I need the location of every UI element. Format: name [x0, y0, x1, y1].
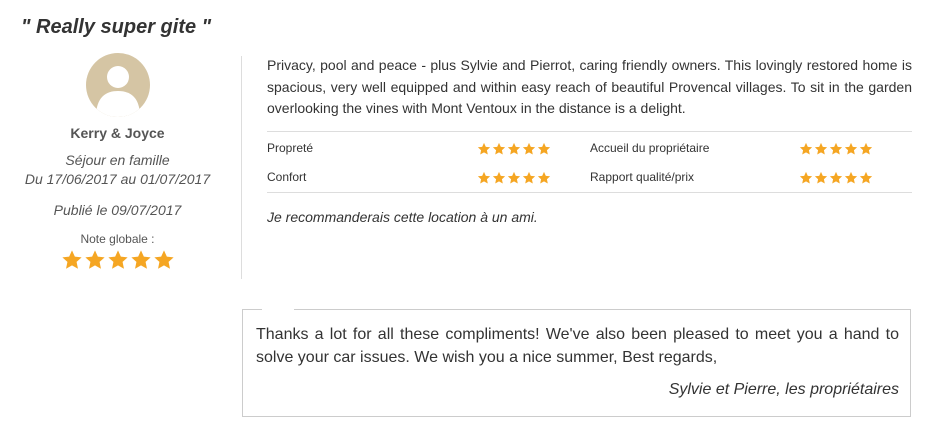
recommendation: Je recommanderais cette location à un am… — [267, 208, 538, 225]
star-icon — [107, 250, 128, 269]
star-icon — [477, 171, 491, 184]
reply-text: Thanks a lot for all these compliments! … — [256, 326, 899, 366]
star-icon — [814, 142, 828, 155]
review-content: Privacy, pool and peace - plus Sylvie an… — [267, 55, 912, 225]
owner-reply: Thanks a lot for all these compliments! … — [242, 309, 911, 417]
star-icon — [799, 171, 813, 184]
star-icon — [522, 171, 536, 184]
rating-label: Accueil du propriétaire — [590, 140, 710, 155]
star-icon — [844, 171, 858, 184]
user-silhouette-icon — [95, 66, 140, 117]
star-icon — [859, 171, 873, 184]
ratings-grid: Propreté Accueil du propriétaire Confort… — [267, 130, 912, 193]
star-icon — [507, 171, 521, 184]
star-icon — [814, 171, 828, 184]
reply-pointer-mask — [262, 308, 294, 311]
rating-stars — [477, 171, 551, 185]
star-icon — [492, 142, 506, 155]
star-icon — [492, 171, 506, 184]
rating-stars — [799, 171, 873, 185]
star-icon — [844, 142, 858, 155]
rating-label: Rapport qualité/prix — [590, 169, 695, 184]
star-icon — [61, 250, 82, 269]
star-icon — [507, 142, 521, 155]
star-icon — [537, 142, 551, 155]
column-divider — [241, 56, 242, 279]
overall-rating-stars — [15, 249, 220, 271]
review-title: " Really super gite " — [21, 16, 212, 38]
star-icon — [84, 250, 105, 269]
star-icon — [829, 142, 843, 155]
reply-signature: Sylvie et Pierre, les propriétaires — [668, 381, 899, 398]
stay-info: Séjour en famille Du 17/06/2017 au 01/07… — [15, 151, 220, 189]
rating-stars — [799, 142, 873, 156]
overall-rating-label: Note globale : — [80, 232, 155, 246]
star-icon — [859, 142, 873, 155]
star-icon — [153, 250, 174, 269]
stay-dates: Du 17/06/2017 au 01/07/2017 — [24, 171, 211, 187]
star-icon — [829, 171, 843, 184]
stay-type: Séjour en famille — [65, 152, 170, 168]
star-icon — [130, 250, 151, 269]
rating-stars — [477, 142, 551, 156]
star-icon — [799, 142, 813, 155]
avatar — [85, 53, 150, 117]
rating-label: Confort — [267, 169, 307, 184]
published-date: Publié le 09/07/2017 — [53, 202, 182, 218]
star-icon — [522, 142, 536, 155]
rating-label: Propreté — [267, 140, 314, 155]
reviewer-name: Kerry & Joyce — [70, 125, 165, 141]
star-icon — [477, 142, 491, 155]
reviewer-info: Kerry & Joyce Séjour en famille Du 17/06… — [15, 53, 220, 271]
star-icon — [537, 171, 551, 184]
review-text: Privacy, pool and peace - plus Sylvie an… — [267, 57, 912, 116]
